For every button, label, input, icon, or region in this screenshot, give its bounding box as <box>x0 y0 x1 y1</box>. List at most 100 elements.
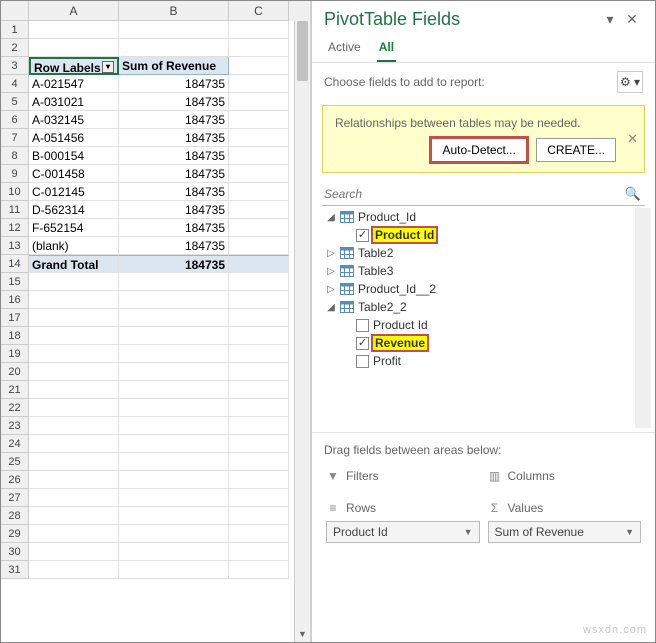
cell[interactable] <box>229 219 289 237</box>
expand-icon[interactable]: ▷ <box>326 248 336 259</box>
cell[interactable] <box>29 21 119 39</box>
cell[interactable]: B-000154 <box>29 147 119 165</box>
cell[interactable] <box>119 399 229 417</box>
cell[interactable] <box>29 417 119 435</box>
filter-dropdown-icon[interactable]: ▾ <box>102 61 114 73</box>
cell[interactable] <box>229 507 289 525</box>
area-filters[interactable]: ▼Filters <box>322 463 484 495</box>
cell[interactable]: A-032145 <box>29 111 119 129</box>
row-header[interactable]: 8 <box>1 147 29 165</box>
row-header[interactable]: 24 <box>1 435 29 453</box>
cell[interactable]: 184735 <box>119 147 229 165</box>
cell[interactable] <box>229 417 289 435</box>
cell[interactable] <box>229 525 289 543</box>
fieldlist-scrollbar[interactable]: ▲ ▼ <box>635 208 651 428</box>
cell[interactable] <box>229 273 289 291</box>
row-header[interactable]: 12 <box>1 219 29 237</box>
row-header[interactable]: 15 <box>1 273 29 291</box>
cell[interactable] <box>119 543 229 561</box>
cell[interactable]: 184735 <box>119 183 229 201</box>
row-header[interactable]: 21 <box>1 381 29 399</box>
cell[interactable]: 184735 <box>119 75 229 93</box>
cell[interactable] <box>29 543 119 561</box>
cell[interactable]: F-652154 <box>29 219 119 237</box>
cell[interactable] <box>229 309 289 327</box>
cell[interactable] <box>229 489 289 507</box>
warning-close-icon[interactable]: ✕ <box>627 131 638 147</box>
cell[interactable] <box>119 489 229 507</box>
cell[interactable] <box>119 561 229 579</box>
row-header[interactable]: 3 <box>1 57 29 75</box>
sheet-scrollbar[interactable]: ▲ ▼ <box>294 21 310 642</box>
rows-pill[interactable]: Product Id▼ <box>326 521 480 543</box>
cell[interactable] <box>229 165 289 183</box>
cell[interactable] <box>119 273 229 291</box>
row-header[interactable]: 23 <box>1 417 29 435</box>
cell[interactable] <box>119 471 229 489</box>
row-header[interactable]: 20 <box>1 363 29 381</box>
row-header[interactable]: 4 <box>1 75 29 93</box>
area-values[interactable]: ΣValues Sum of Revenue▼ <box>484 495 646 549</box>
cell[interactable] <box>119 435 229 453</box>
search-icon[interactable]: 🔍 <box>621 186 645 202</box>
cell[interactable] <box>29 273 119 291</box>
field-item[interactable]: Profit <box>322 352 635 370</box>
cell[interactable] <box>29 291 119 309</box>
row-header[interactable]: 1 <box>1 21 29 39</box>
cell[interactable] <box>29 345 119 363</box>
fl-scroll-down-icon[interactable]: ▼ <box>635 412 651 428</box>
area-rows[interactable]: ≡Rows Product Id▼ <box>322 495 484 549</box>
cell[interactable] <box>119 381 229 399</box>
cell[interactable]: 184735 <box>119 129 229 147</box>
field-checkbox[interactable] <box>356 319 369 332</box>
collapse-icon[interactable]: ◢ <box>326 302 336 313</box>
field-item[interactable]: Revenue <box>322 334 635 352</box>
pane-menu-icon[interactable]: ▾ <box>599 11 621 28</box>
cell[interactable]: 184735 <box>119 93 229 111</box>
row-header[interactable]: 7 <box>1 129 29 147</box>
values-pill[interactable]: Sum of Revenue▼ <box>488 521 642 543</box>
field-checkbox[interactable] <box>356 337 369 350</box>
row-header[interactable]: 14 <box>1 255 29 273</box>
row-header[interactable]: 13 <box>1 237 29 255</box>
cell[interactable] <box>119 363 229 381</box>
cell[interactable] <box>119 417 229 435</box>
create-button[interactable]: CREATE... <box>536 138 616 162</box>
cell[interactable] <box>119 21 229 39</box>
scroll-thumb[interactable] <box>297 21 308 81</box>
row-header[interactable]: 22 <box>1 399 29 417</box>
cell[interactable]: 184735 <box>119 165 229 183</box>
cell[interactable] <box>119 327 229 345</box>
cell[interactable] <box>119 39 229 57</box>
cell[interactable]: A-051456 <box>29 129 119 147</box>
cell[interactable] <box>229 471 289 489</box>
cell[interactable] <box>229 453 289 471</box>
field-checkbox[interactable] <box>356 355 369 368</box>
cell[interactable] <box>29 327 119 345</box>
row-header[interactable]: 17 <box>1 309 29 327</box>
field-item[interactable]: Product Id <box>322 226 635 244</box>
cell[interactable] <box>29 381 119 399</box>
row-header[interactable]: 2 <box>1 39 29 57</box>
row-header[interactable]: 6 <box>1 111 29 129</box>
cell[interactable] <box>229 39 289 57</box>
cell[interactable] <box>229 237 289 255</box>
cell[interactable]: 184735 <box>119 255 229 273</box>
collapse-icon[interactable]: ◢ <box>326 212 336 223</box>
row-header[interactable]: 9 <box>1 165 29 183</box>
cell[interactable]: Row Labels▾ <box>29 57 119 75</box>
expand-icon[interactable]: ▷ <box>326 266 336 277</box>
cell[interactable] <box>229 111 289 129</box>
cell[interactable] <box>119 345 229 363</box>
cell[interactable] <box>229 201 289 219</box>
tab-all[interactable]: All <box>377 36 396 62</box>
row-header[interactable]: 30 <box>1 543 29 561</box>
cell[interactable] <box>229 363 289 381</box>
row-header[interactable]: 27 <box>1 489 29 507</box>
cell[interactable] <box>229 57 289 75</box>
row-header[interactable]: 25 <box>1 453 29 471</box>
cell[interactable] <box>29 435 119 453</box>
row-header[interactable]: 28 <box>1 507 29 525</box>
table-node[interactable]: ▷Product_Id__2 <box>322 280 635 298</box>
cell[interactable] <box>29 489 119 507</box>
